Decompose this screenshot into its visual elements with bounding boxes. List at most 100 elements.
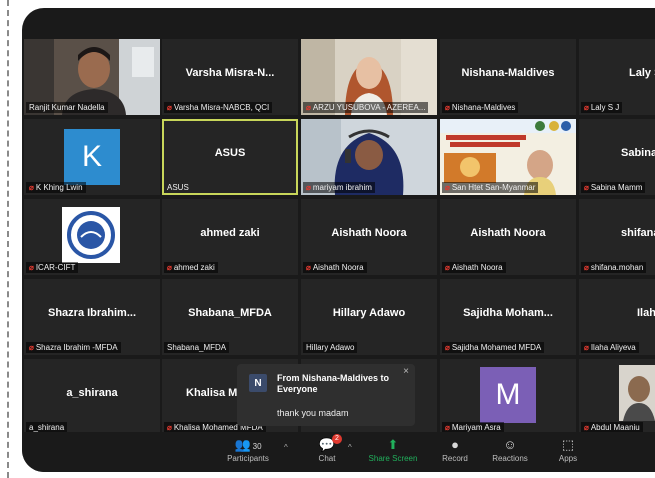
participant-display-name: Ilaha Al bbox=[637, 307, 655, 319]
participant-display-name: Shazra Ibrahim... bbox=[47, 307, 137, 319]
chat-icon: 💬 bbox=[318, 437, 336, 452]
muted-mic-icon: ⌀ bbox=[306, 103, 311, 112]
participant-display-name: Sabina Ma bbox=[621, 147, 655, 159]
meeting-toolbar: 👥 30 Participants ^ 💬 Chat 2 ^ ⬆ Share Sc… bbox=[22, 432, 655, 472]
participant-display-name: ahmed zaki bbox=[200, 227, 260, 239]
apps-label: Apps bbox=[558, 454, 578, 463]
muted-mic-icon: ⌀ bbox=[167, 263, 172, 272]
video-tile-aishath-noora-1[interactable]: Aishath Noora ⌀ Aishath Noora bbox=[301, 199, 437, 275]
muted-mic-icon: ⌀ bbox=[445, 423, 450, 432]
chat-button[interactable]: 💬 Chat bbox=[301, 436, 353, 463]
participant-name-label: ⌀ Aishath Noora bbox=[303, 262, 367, 273]
muted-mic-icon: ⌀ bbox=[584, 343, 589, 352]
record-label: Record bbox=[442, 454, 468, 463]
participant-name-label: ⌀ San Htet San-Myanmar bbox=[442, 182, 539, 193]
participant-name-label: ⌀ ahmed zaki bbox=[164, 262, 218, 273]
muted-mic-icon: ⌀ bbox=[29, 263, 34, 272]
chat-sender-avatar: N bbox=[249, 374, 267, 392]
share-screen-icon: ⬆ bbox=[387, 437, 399, 452]
participants-button[interactable]: 👥 30 Participants bbox=[222, 436, 274, 463]
video-tile-ahmed-zaki[interactable]: ahmed zaki ⌀ ahmed zaki bbox=[162, 199, 298, 275]
share-screen-button[interactable]: ⬆ Share Screen bbox=[367, 436, 419, 463]
participant-name-label: ⌀ Sajidha Mohamed MFDA bbox=[442, 342, 545, 353]
participant-name-label: ⌀ Laly S J bbox=[581, 102, 623, 113]
muted-mic-icon: ⌀ bbox=[167, 103, 172, 112]
muted-mic-icon: ⌀ bbox=[306, 263, 311, 272]
share-screen-label: Share Screen bbox=[368, 454, 418, 463]
participant-display-name: Varsha Misra-N... bbox=[185, 67, 275, 79]
participant-name-label: ⌀ ARZU YUSUBOVA - AZEREA... bbox=[303, 102, 429, 113]
video-tile-nishana[interactable]: Nishana-Maldives ⌀ Nishana-Maldives bbox=[440, 39, 576, 115]
reactions-icon: ☺ bbox=[503, 437, 517, 452]
participant-name-label: ⌀ Sabina Mamm bbox=[581, 182, 646, 193]
participant-display-name: shifana.mo bbox=[621, 227, 655, 239]
participant-name-label: ⌀ Varsha Misra-NABCB, QCI bbox=[164, 102, 273, 113]
record-icon: ● bbox=[451, 437, 459, 452]
participant-name-label: Hillary Adawo bbox=[303, 342, 358, 353]
participant-name-label: ⌀ Aishath Noora bbox=[442, 262, 506, 273]
apps-icon: ⬚ bbox=[561, 437, 575, 452]
participant-display-name: Aishath Noora bbox=[470, 227, 546, 239]
video-tile-shabana[interactable]: Shabana_MFDA Shabana_MFDA bbox=[162, 279, 298, 355]
video-tile-abdul-maaniu[interactable]: ⌀ Abdul Maaniu bbox=[579, 359, 655, 435]
participant-name-label: ⌀ mariyam ibrahim bbox=[303, 182, 375, 193]
chat-options-caret-icon[interactable]: ^ bbox=[348, 443, 352, 452]
video-tile-sabina[interactable]: Sabina Ma ⌀Sabina Mamm bbox=[579, 119, 655, 195]
chat-message-text: thank you madam bbox=[277, 408, 349, 418]
participant-display-name: Sajidha Moham... bbox=[463, 307, 553, 319]
muted-mic-icon: ⌀ bbox=[584, 423, 589, 432]
video-tile-mariyam-asra[interactable]: M ⌀ Mariyam Asra bbox=[440, 359, 576, 435]
video-tile-k-khing-lwin[interactable]: K ⌀ K Khing Lwin bbox=[24, 119, 160, 195]
participant-name-label: ⌀ Nishana-Maldives bbox=[442, 102, 519, 113]
video-tile-hillary[interactable]: Hillary Adawo Hillary Adawo bbox=[301, 279, 437, 355]
avatar: M bbox=[480, 367, 536, 423]
video-tile-varsha[interactable]: Varsha Misra-N... ⌀ Varsha Misra-NABCB, Q… bbox=[162, 39, 298, 115]
video-tile-icar-cift[interactable]: ⌀ ICAR-CIFT bbox=[24, 199, 160, 275]
participant-name-label: Shabana_MFDA bbox=[164, 342, 230, 353]
participant-display-name: Laly S bbox=[629, 67, 655, 79]
muted-mic-icon: ⌀ bbox=[445, 263, 450, 272]
participant-name-label: ASUS bbox=[167, 183, 189, 192]
zoom-meeting-window: Ranjit Kumar Nadella Varsha Misra-N... ⌀… bbox=[22, 8, 655, 472]
video-tile-arzu[interactable]: ⌀ ARZU YUSUBOVA - AZEREA... bbox=[301, 39, 437, 115]
apps-button[interactable]: ⬚ Apps bbox=[542, 436, 594, 463]
participant-name-label: ⌀ Shazra Ibrahim -MFDA bbox=[26, 342, 121, 353]
muted-mic-icon: ⌀ bbox=[29, 343, 34, 352]
participants-icon: 👥 30 bbox=[234, 437, 262, 452]
page-left-dashed-border bbox=[7, 0, 9, 478]
chat-sender-line: From Nishana-Maldives to Everyone bbox=[277, 373, 390, 394]
participants-options-caret-icon[interactable]: ^ bbox=[284, 443, 288, 452]
participant-display-name: a_shirana bbox=[66, 387, 118, 399]
video-tile-san-htet-san[interactable]: ⌀ San Htet San-Myanmar bbox=[440, 119, 576, 195]
video-tile-mariyam-ibrahim[interactable]: ⌀ mariyam ibrahim bbox=[301, 119, 437, 195]
reactions-button[interactable]: ☺ Reactions bbox=[484, 436, 536, 463]
chat-notification-popup[interactable]: N From Nishana-Maldives to Everyone than… bbox=[237, 364, 415, 426]
video-tile-shifana[interactable]: shifana.mo ⌀shifana.mohan bbox=[579, 199, 655, 275]
record-button[interactable]: ● Record bbox=[429, 436, 481, 463]
participant-name-label: ⌀ K Khing Lwin bbox=[26, 182, 86, 193]
video-tile-ilaha[interactable]: Ilaha Al ⌀Ilaha Aliyeva bbox=[579, 279, 655, 355]
muted-mic-icon: ⌀ bbox=[29, 183, 34, 192]
video-tile-ranjit[interactable]: Ranjit Kumar Nadella bbox=[24, 39, 160, 115]
participants-label: Participants bbox=[227, 454, 269, 463]
participant-display-name: Shabana_MFDA bbox=[188, 307, 272, 319]
video-tile-aishath-noora-2[interactable]: Aishath Noora ⌀ Aishath Noora bbox=[440, 199, 576, 275]
avatar: K bbox=[64, 129, 120, 185]
muted-mic-icon: ⌀ bbox=[584, 103, 589, 112]
chat-label: Chat bbox=[318, 454, 336, 463]
participant-name-label: ⌀ Ilaha Aliyeva bbox=[581, 342, 639, 353]
reactions-label: Reactions bbox=[492, 454, 528, 463]
participant-display-name: Nishana-Maldives bbox=[461, 67, 555, 79]
participant-display-name: Aishath Noora bbox=[331, 227, 407, 239]
video-tile-laly[interactable]: Laly S ⌀Laly S J bbox=[579, 39, 655, 115]
video-tile-shazra[interactable]: Shazra Ibrahim... ⌀ Shazra Ibrahim -MFDA bbox=[24, 279, 160, 355]
muted-mic-icon: ⌀ bbox=[445, 183, 450, 192]
participant-name-label: Ranjit Kumar Nadella bbox=[26, 102, 108, 113]
video-tile-a-shirana[interactable]: a_shirana a_shirana bbox=[24, 359, 160, 435]
video-tile-sajidha[interactable]: Sajidha Moham... ⌀ Sajidha Mohamed MFDA bbox=[440, 279, 576, 355]
participant-display-name: ASUS bbox=[214, 147, 246, 159]
muted-mic-icon: ⌀ bbox=[306, 183, 311, 192]
close-icon[interactable]: × bbox=[403, 366, 409, 377]
video-tile-asus-active-speaker[interactable]: ASUS ASUS bbox=[162, 119, 298, 195]
muted-mic-icon: ⌀ bbox=[584, 183, 589, 192]
